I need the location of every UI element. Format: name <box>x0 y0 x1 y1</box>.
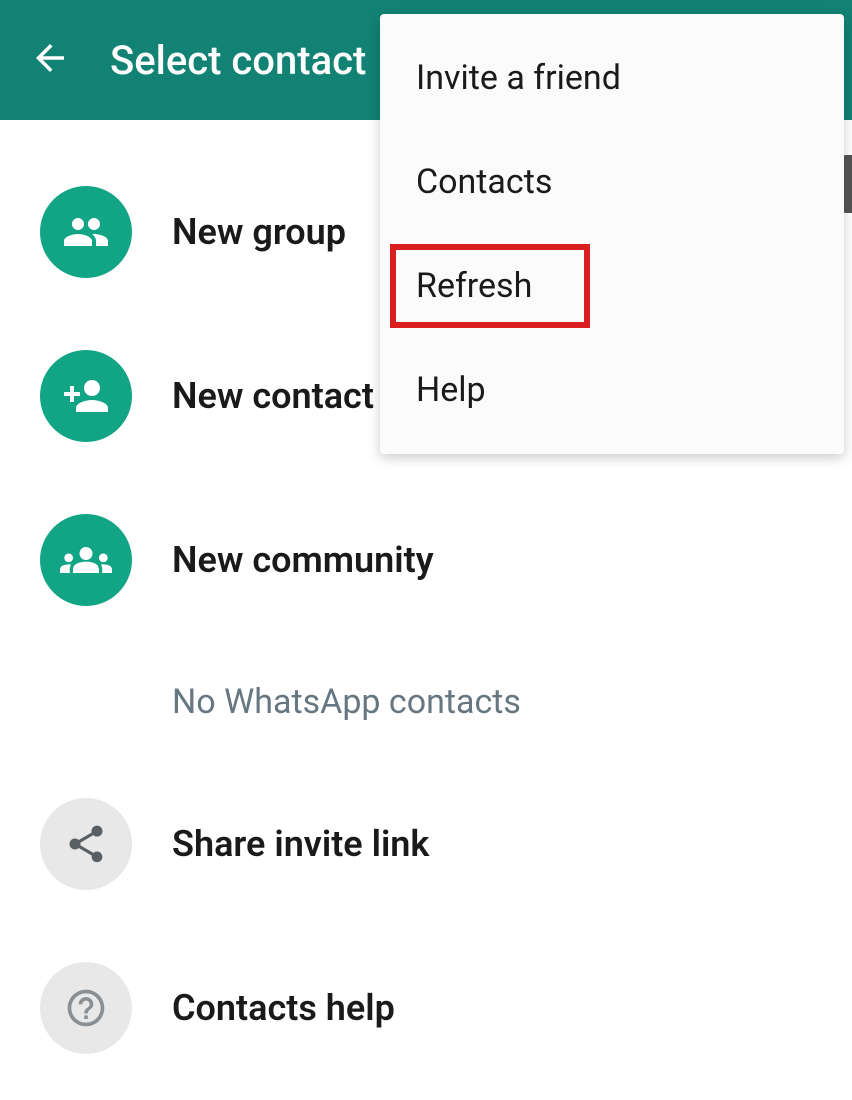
overflow-menu: Invite a friend Contacts Refresh Help <box>380 14 844 454</box>
new-group-label: New group <box>172 211 346 253</box>
page-title: Select contact <box>110 37 366 84</box>
new-community-item[interactable]: New community <box>0 478 852 642</box>
contacts-help-item[interactable]: Contacts help <box>0 926 852 1090</box>
menu-refresh[interactable]: Refresh <box>380 234 844 338</box>
help-icon <box>40 962 132 1054</box>
contacts-help-label: Contacts help <box>172 987 395 1029</box>
menu-contacts[interactable]: Contacts <box>380 130 844 234</box>
back-button[interactable] <box>20 30 80 90</box>
share-invite-label: Share invite link <box>172 823 429 865</box>
new-contact-label: New contact <box>172 375 374 417</box>
group-icon <box>40 186 132 278</box>
community-icon <box>40 514 132 606</box>
arrow-left-icon <box>29 37 71 83</box>
menu-invite-friend[interactable]: Invite a friend <box>380 26 844 130</box>
add-person-icon <box>40 350 132 442</box>
menu-help[interactable]: Help <box>380 338 844 442</box>
new-community-label: New community <box>172 539 434 581</box>
empty-state-text: No WhatsApp contacts <box>0 642 852 762</box>
share-invite-item[interactable]: Share invite link <box>0 762 852 926</box>
share-icon <box>40 798 132 890</box>
